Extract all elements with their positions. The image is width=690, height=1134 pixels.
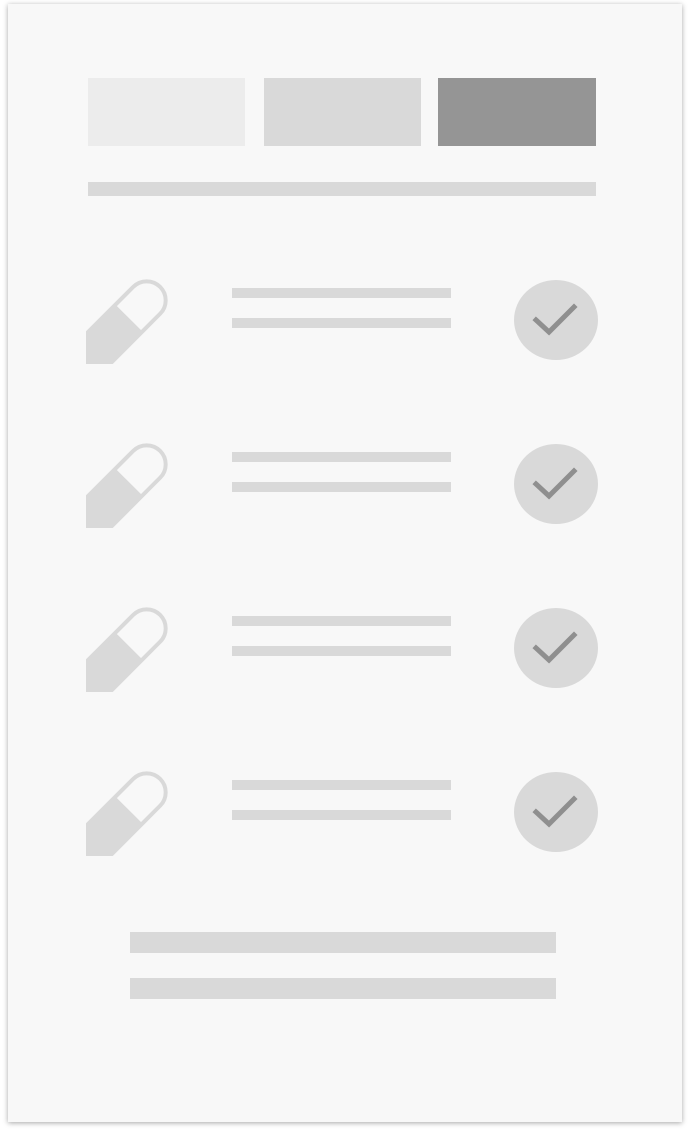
pill-icon: [76, 768, 174, 863]
check-icon: [532, 303, 578, 336]
footer-text-placeholder-1: [130, 932, 556, 953]
medication-card: [8, 4, 682, 1122]
medication-row-4: [8, 768, 682, 863]
medication-row-3: [8, 604, 682, 699]
medication-row-1: [8, 276, 682, 371]
medication-dose-placeholder: [232, 646, 451, 656]
header-text-placeholder: [88, 182, 596, 196]
check-icon: [532, 795, 578, 828]
pill-icon: [76, 604, 174, 699]
medication-name-placeholder: [232, 780, 451, 790]
tab-1[interactable]: [88, 78, 245, 146]
tab-3-active[interactable]: [438, 78, 596, 146]
check-icon: [532, 631, 578, 664]
medication-name-placeholder: [232, 616, 451, 626]
footer-text-placeholder-2: [130, 978, 556, 999]
check-button[interactable]: [514, 280, 598, 360]
check-button[interactable]: [514, 608, 598, 688]
medication-dose-placeholder: [232, 482, 451, 492]
tab-2[interactable]: [264, 78, 421, 146]
check-icon: [532, 467, 578, 500]
pill-icon: [76, 276, 174, 371]
check-button[interactable]: [514, 772, 598, 852]
medication-dose-placeholder: [232, 318, 451, 328]
check-button[interactable]: [514, 444, 598, 524]
medication-name-placeholder: [232, 288, 451, 298]
pill-icon: [76, 440, 174, 535]
medication-dose-placeholder: [232, 810, 451, 820]
medication-row-2: [8, 440, 682, 535]
medication-name-placeholder: [232, 452, 451, 462]
